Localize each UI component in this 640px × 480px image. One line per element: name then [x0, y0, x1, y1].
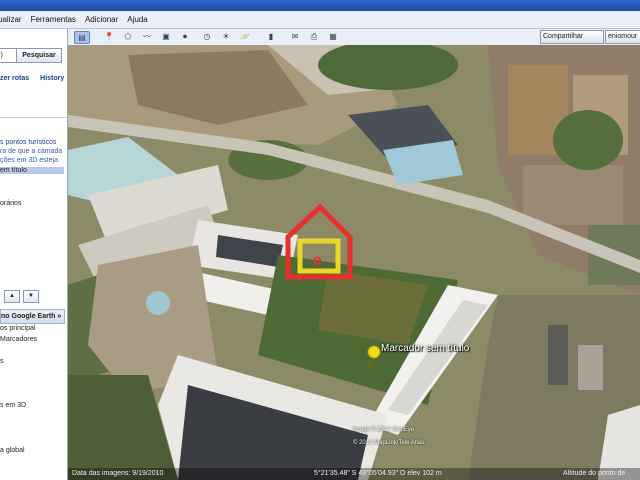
places-tourist-item[interactable]: s pontos turísticos: [0, 139, 56, 146]
user-menu[interactable]: eniomour: [605, 30, 640, 44]
eye-altitude: Altitude do ponto de: [563, 470, 626, 477]
places-note-line: ra de que a camada: [0, 148, 63, 155]
search-links: zer rotas History: [0, 75, 67, 82]
tour-icon[interactable]: ⏺: [178, 31, 192, 42]
svg-text:e: e: [313, 252, 322, 269]
places-untitled-item[interactable]: em título: [0, 167, 64, 174]
ruler-icon[interactable]: ▮: [264, 31, 278, 42]
window-title-bar: [0, 0, 640, 11]
sun-icon[interactable]: ☀: [219, 31, 233, 42]
map-credit: © 2012 MapLink/Tele Atlas: [353, 440, 425, 446]
status-bar: Data das imagens: 9/19/2010 5°21'35.48" …: [68, 468, 640, 480]
satellite-map[interactable]: e Marcador sem título Image © 2012 GeoEy…: [68, 45, 640, 480]
overlay-icon[interactable]: ▣: [159, 31, 173, 42]
sidebar-icon[interactable]: ▤: [74, 31, 90, 44]
coordinates-readout: 5°21'35.48" S 49°05'04.93" O elev 102 m: [314, 470, 442, 477]
imagery-date: Data das imagens: 9/19/2010: [72, 470, 164, 477]
maps-icon[interactable]: ▦: [326, 31, 340, 42]
menu-tools[interactable]: Ferramentas: [31, 15, 76, 24]
layer-item[interactable]: a global: [0, 447, 25, 454]
search-button[interactable]: Pesquisar: [16, 48, 62, 63]
move-down-button[interactable]: ▼: [23, 290, 39, 303]
menu-help[interactable]: Ajuda: [127, 15, 147, 24]
layer-item[interactable]: os principal: [0, 325, 35, 332]
print-icon[interactable]: ⎙: [307, 31, 321, 42]
map-imagery: e: [68, 45, 640, 480]
polygon-icon[interactable]: ⬠: [121, 31, 135, 42]
sidebar: lo) Pesquisar zer rotas History s pontos…: [0, 29, 68, 480]
path-icon[interactable]: 〰: [140, 31, 154, 42]
placemark-icon[interactable]: 📍: [102, 31, 116, 42]
toolbar: ▤ 📍 ⬠ 〰 ▣ ⏺ ◷ ☀ 🪐 ▮ ✉ ⎙ ▦ Compartilhar e…: [68, 29, 640, 46]
menu-bar: ualizar Ferramentas Adicionar Ajuda: [0, 11, 640, 29]
planets-icon[interactable]: 🪐: [238, 31, 252, 42]
divider: [0, 117, 67, 118]
email-icon[interactable]: ✉: [288, 31, 302, 42]
places-note-line: ções em 3D esteja: [0, 157, 58, 164]
move-up-button[interactable]: ▲: [4, 290, 20, 303]
places-temporary-item[interactable]: orários: [0, 200, 21, 207]
layer-item[interactable]: Marcadores: [0, 336, 37, 343]
directions-link[interactable]: zer rotas: [0, 75, 29, 82]
layer-item[interactable]: s em 3D: [0, 402, 26, 409]
layers-header[interactable]: no Google Earth »: [0, 309, 65, 324]
placemark-label[interactable]: Marcador sem título: [381, 343, 469, 354]
imagery-credit: Image © 2012 GeoEye: [353, 427, 415, 433]
menu-view[interactable]: ualizar: [0, 15, 22, 24]
menu-add[interactable]: Adicionar: [85, 15, 118, 24]
layer-item[interactable]: s: [0, 358, 4, 365]
history-link[interactable]: History: [40, 75, 64, 82]
places-nav: ▲ ▼: [4, 290, 42, 303]
share-button[interactable]: Compartilhar: [540, 30, 604, 44]
search-row: lo) Pesquisar: [0, 48, 67, 64]
history-icon[interactable]: ◷: [200, 31, 214, 42]
